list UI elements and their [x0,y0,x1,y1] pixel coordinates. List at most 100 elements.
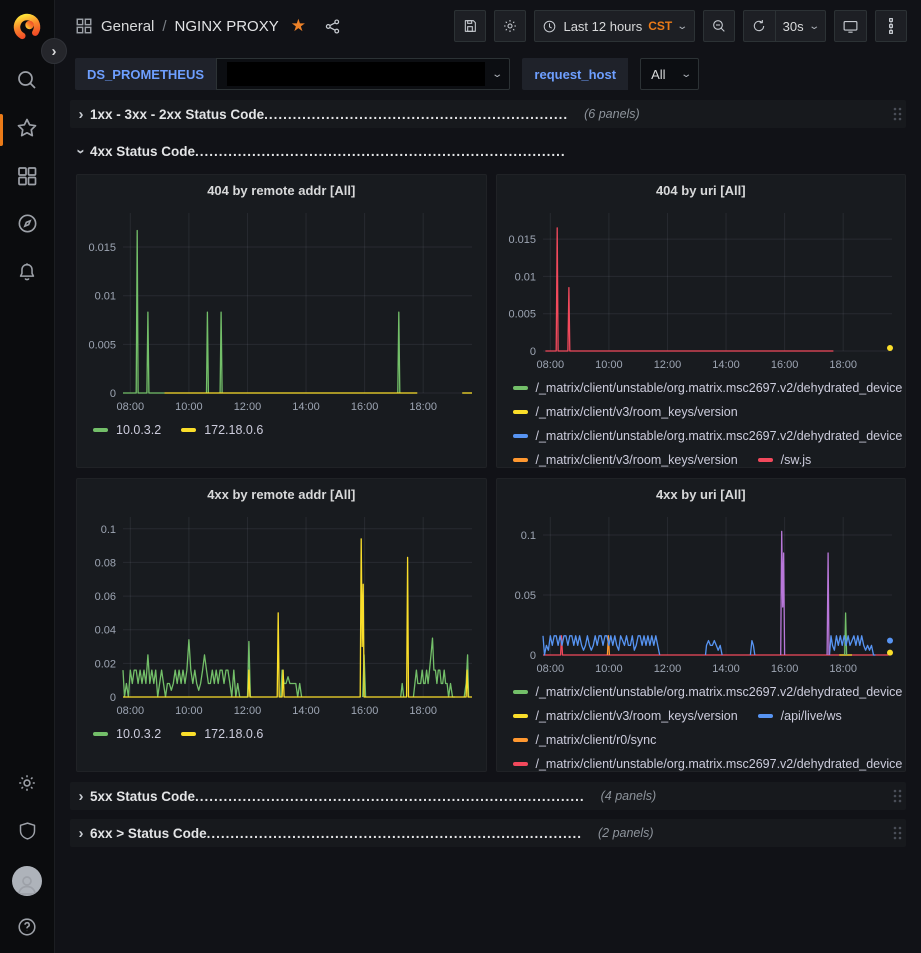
legend-label: /api/live/ws [781,704,842,728]
refresh-interval-picker[interactable]: 30s ⌄ [775,10,826,42]
dashboard-variables-bar: DS_PROMETHEUS ⌄ request_host All ⌄ [55,52,921,98]
panel-title[interactable]: 404 by remote addr [All] [77,179,486,203]
legend-swatch [513,386,528,390]
chevron-down-icon: ⌄ [677,21,689,32]
legend-item[interactable]: /_matrix/client/v3/room_keys/version [513,448,738,467]
svg-text:18:00: 18:00 [829,663,857,675]
legend-label: /_matrix/client/unstable/org.matrix.msc2… [536,680,903,704]
legend-item[interactable]: 10.0.3.2 [93,418,161,442]
row-6xx[interactable]: › 6xx > Status Code ....................… [70,819,906,847]
row-1xx-3xx-2xx[interactable]: › 1xx - 3xx - 2xx Status Code ..........… [70,100,906,128]
series-line [545,228,833,351]
chart-404-by-uri[interactable]: 00.0050.010.01508:0010:0012:0014:0016:00… [497,203,906,373]
row-drag-handle[interactable] [892,825,902,841]
sidebar-item-explore[interactable] [7,206,47,246]
more-options-kebab-button[interactable] [875,10,907,42]
legend-item[interactable]: /_matrix/client/unstable/org.matrix.msc2… [513,752,903,771]
row-drag-handle[interactable] [892,788,902,804]
svg-text:16:00: 16:00 [770,663,798,675]
sidebar-item-profile[interactable] [7,861,47,901]
sidebar: › [0,0,55,953]
legend-item[interactable]: 10.0.3.2 [93,722,161,746]
series-point [887,650,893,656]
series-point [887,345,893,351]
series-line [207,312,209,393]
zoom-out-button[interactable] [703,10,735,42]
series-line [829,636,875,655]
sidebar-item-starred[interactable] [7,110,47,150]
legend-item[interactable]: /_matrix/client/r0/sync [513,728,657,752]
request-host-select-wrap: All ⌄ [640,58,699,90]
row-5xx[interactable]: › 5xx Status Code ......................… [70,782,906,810]
legend-label: /_matrix/client/unstable/org.matrix.msc2… [536,752,903,771]
sidebar-item-help[interactable] [7,909,47,949]
panel-title[interactable]: 404 by uri [All] [497,179,906,203]
chart-404-by-remote-addr[interactable]: 00.0050.010.01508:0010:0012:0014:0016:00… [77,203,486,415]
panel-title[interactable]: 4xx by remote addr [All] [77,483,486,507]
chart-4xx-by-uri[interactable]: 00.050.108:0010:0012:0014:0016:0018:00 [497,507,906,677]
legend-swatch [513,458,528,462]
grafana-logo-icon[interactable] [10,10,44,44]
time-range-picker[interactable]: Last 12 hours CST ⌄ [534,10,694,42]
chart-svg: 00.0050.010.01508:0010:0012:0014:0016:00… [77,203,486,415]
legend-item[interactable]: /_matrix/client/v3/room_keys/version [513,400,738,424]
dashboard-title[interactable]: NGINX PROXY [175,18,279,35]
sidebar-item-server-admin[interactable] [7,813,47,853]
chevron-right-icon: › [72,106,90,123]
sidebar-item-search[interactable] [7,62,47,102]
bell-icon [16,261,38,288]
svg-text:12:00: 12:00 [234,705,262,717]
dashboard-apps-icon[interactable] [75,17,93,35]
row-drag-handle[interactable] [892,106,902,122]
legend-label: /sw.js [781,448,812,467]
grafana-logo [12,12,42,42]
legend-item[interactable]: /_matrix/client/unstable/org.matrix.msc2… [513,376,903,400]
svg-text:12:00: 12:00 [653,359,681,371]
sidebar-item-dashboards[interactable] [7,158,47,198]
legend-item[interactable]: /sw.js [758,448,812,467]
variable-label: DS_PROMETHEUS [75,58,216,90]
legend-label: 172.18.0.6 [204,722,263,746]
chevron-right-icon: › [72,825,90,842]
svg-text:0.08: 0.08 [95,557,116,569]
sidebar-expand-button[interactable]: › [41,38,67,64]
sidebar-item-alerting[interactable] [7,254,47,294]
chevron-down-icon: › [73,142,90,160]
chart-svg: 00.050.108:0010:0012:0014:0016:0018:00 [497,507,906,677]
chart-legend: 10.0.3.2 172.18.0.6 [77,719,486,771]
dashboard-settings-button[interactable] [494,10,526,42]
legend-item[interactable]: 172.18.0.6 [181,418,263,442]
legend-label: 10.0.3.2 [116,722,161,746]
panel-title[interactable]: 4xx by uri [All] [497,483,906,507]
favorite-star-icon[interactable]: ★ [291,16,306,36]
chevron-down-icon: ⌄ [808,21,820,32]
search-icon [16,69,38,96]
series-line [844,613,846,655]
legend-item[interactable]: /_matrix/client/v3/room_keys/version [513,704,738,728]
datasource-select[interactable]: ⌄ [216,58,510,90]
legend-item[interactable]: /_matrix/client/unstable/org.matrix.msc2… [513,680,903,704]
chart-4xx-by-remote-addr[interactable]: 00.020.040.060.080.108:0010:0012:0014:00… [77,507,486,719]
sidebar-item-configuration[interactable] [7,765,47,805]
series-line [123,640,252,697]
breadcrumb-folder[interactable]: General [101,18,154,35]
svg-text:10:00: 10:00 [175,705,203,717]
grafana-app: › [0,0,921,953]
share-icon[interactable] [324,18,341,35]
legend-label: 172.18.0.6 [204,418,263,442]
row-dots: ........................................… [195,789,585,804]
legend-swatch [758,458,773,462]
request-host-select[interactable]: All ⌄ [640,58,699,90]
tv-mode-button[interactable] [834,10,867,42]
svg-text:16:00: 16:00 [770,359,798,371]
row-4xx[interactable]: › 4xx Status Code ......................… [70,137,906,165]
series-point [887,638,893,644]
row-title: 4xx Status Code [90,144,195,159]
legend-item[interactable]: 172.18.0.6 [181,722,263,746]
row-panel-count: (4 panels) [601,789,657,803]
chart-svg: 00.0050.010.01508:0010:0012:0014:0016:00… [497,203,906,373]
refresh-button[interactable] [743,10,775,42]
legend-item[interactable]: /api/live/ws [758,704,842,728]
legend-item[interactable]: /_matrix/client/unstable/org.matrix.msc2… [513,424,903,448]
save-dashboard-button[interactable] [454,10,486,42]
